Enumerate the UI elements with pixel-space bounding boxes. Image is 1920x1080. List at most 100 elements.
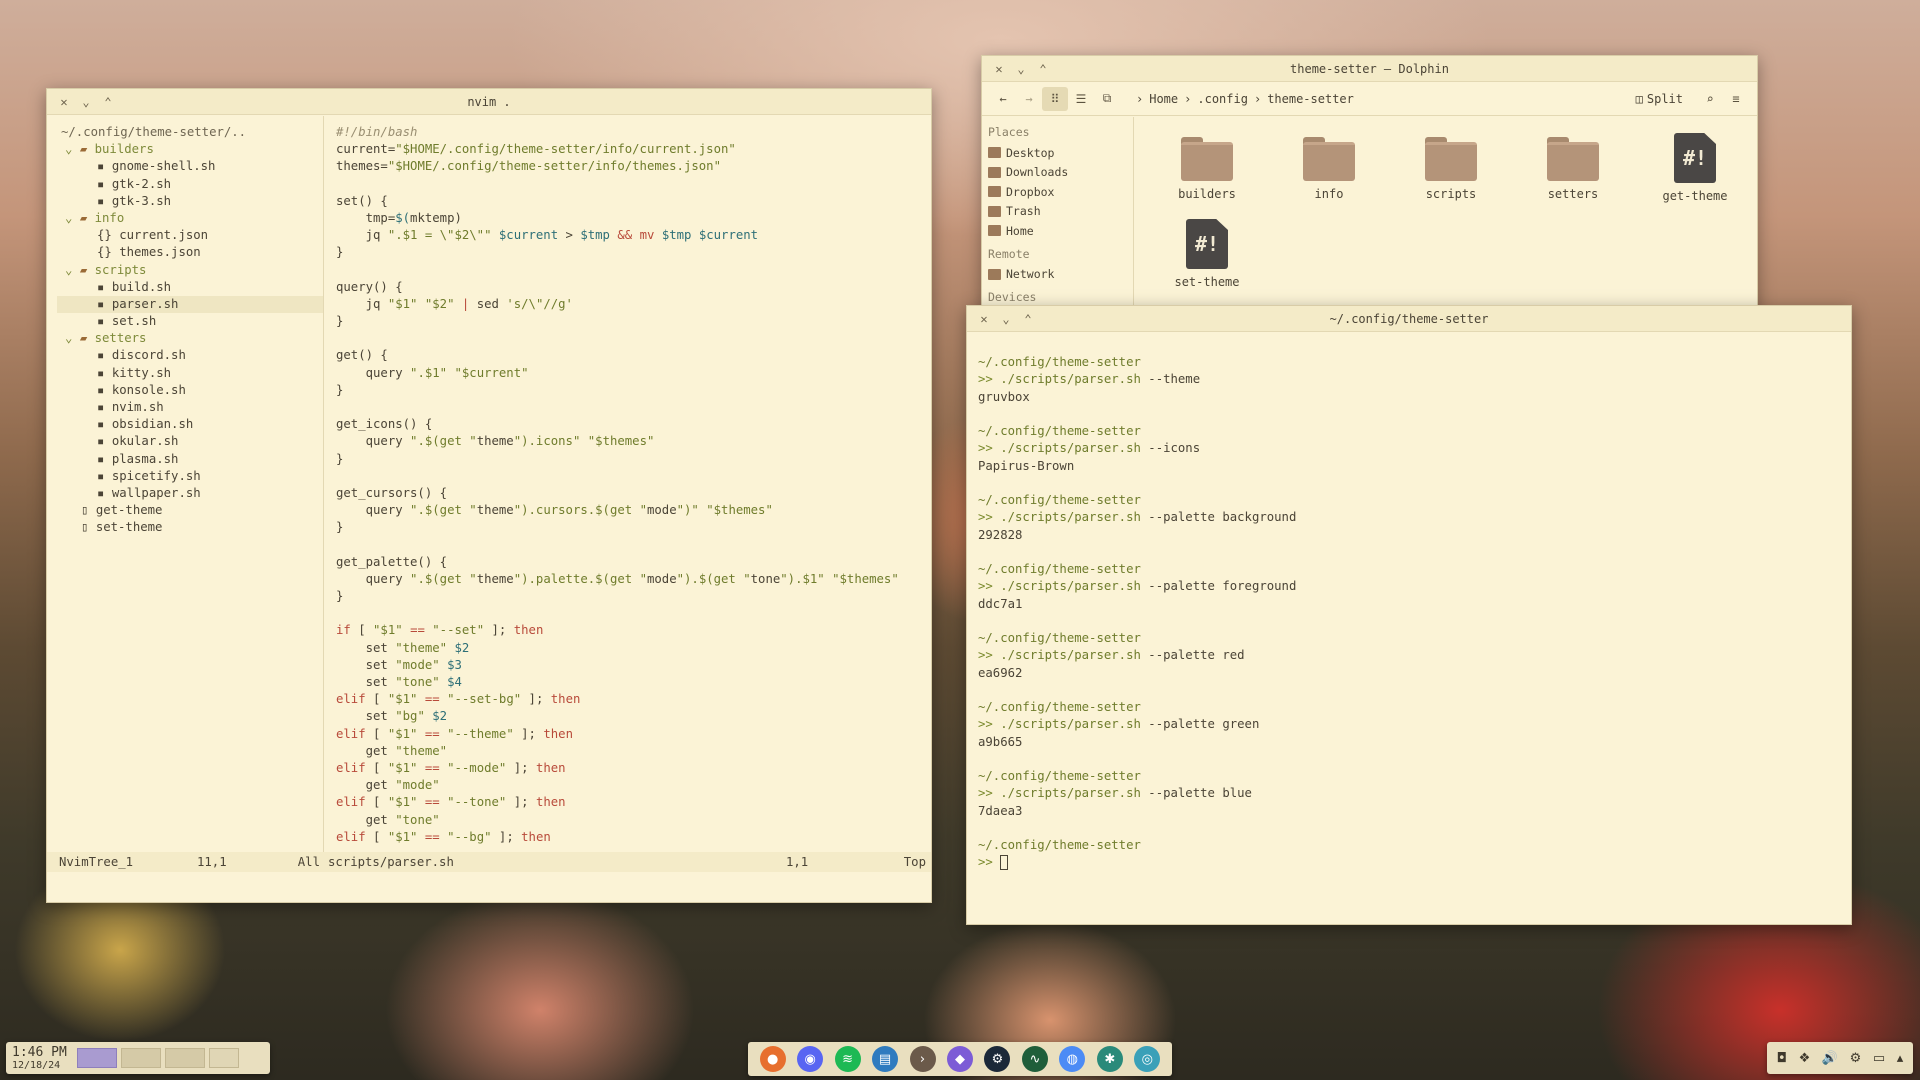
- places-item-desktop[interactable]: Desktop: [986, 143, 1129, 163]
- discord-icon[interactable]: ◉: [797, 1046, 824, 1072]
- file-item-get-theme[interactable]: #! get-theme: [1634, 131, 1756, 217]
- command-line: >> ./scripts/parser.sh --theme: [978, 371, 1851, 388]
- system-monitor-icon[interactable]: ∿: [1021, 1046, 1048, 1072]
- virtual-desktop-2[interactable]: [120, 1048, 161, 1068]
- file-item-info[interactable]: info: [1268, 131, 1390, 217]
- breadcrumb-theme-setter[interactable]: theme-setter: [1267, 92, 1354, 106]
- settings-tray-icon[interactable]: ⚙: [1850, 1051, 1862, 1066]
- shell-script-icon: ▪: [97, 400, 112, 414]
- forward-arrow-icon[interactable]: →: [1016, 87, 1042, 111]
- terminal-titlebar[interactable]: ✕ ⌄ ⌃ ~/.config/theme-setter: [967, 306, 1851, 332]
- maximize-icon[interactable]: ⌃: [1017, 308, 1039, 330]
- code-editor[interactable]: #!/bin/bash current="$HOME/.config/theme-…: [328, 116, 931, 852]
- firefox-icon[interactable]: ●: [759, 1046, 786, 1072]
- file-item-scripts[interactable]: scripts: [1390, 131, 1512, 217]
- display-icon[interactable]: ▭: [1873, 1051, 1885, 1066]
- tree-file-label: discord.sh: [111, 348, 186, 363]
- window-title: ~/.config/theme-setter: [1329, 311, 1489, 326]
- steam-icon[interactable]: ⚙: [984, 1046, 1011, 1072]
- tree-row[interactable]: ▪ wallpaper.sh: [57, 485, 323, 502]
- close-icon[interactable]: ✕: [973, 308, 995, 330]
- discord-tray-icon[interactable]: ◘: [1777, 1051, 1787, 1066]
- app-icon[interactable]: ◎: [1134, 1046, 1161, 1072]
- minimize-icon[interactable]: ⌄: [1010, 58, 1032, 80]
- hamburger-menu-icon[interactable]: ≡: [1723, 87, 1749, 111]
- chrome-icon[interactable]: ◍: [1059, 1046, 1086, 1072]
- settings-icon[interactable]: ✱: [1096, 1046, 1123, 1072]
- maximize-icon[interactable]: ⌃: [1032, 58, 1054, 80]
- icons-view-icon[interactable]: ⠿: [1042, 86, 1068, 111]
- tree-row[interactable]: ▪ okular.sh: [57, 433, 323, 450]
- file-tree[interactable]: ~/.config/theme-setter/.. ⌄ ▰ builders ▪ g…: [47, 116, 323, 852]
- places-item-home[interactable]: Home: [986, 221, 1129, 241]
- expand-arrow-icon[interactable]: ▴: [1897, 1051, 1904, 1066]
- details-view-icon[interactable]: ☰: [1068, 87, 1094, 111]
- tree-row[interactable]: {} themes.json: [57, 244, 323, 261]
- tree-row[interactable]: ▪ set.sh: [57, 313, 323, 330]
- tree-row[interactable]: ▪ gtk-3.sh: [57, 193, 323, 210]
- tree-row[interactable]: ▪ plasma.sh: [57, 451, 323, 468]
- terminal-window[interactable]: ✕ ⌄ ⌃ ~/.config/theme-setter ~/.config/t…: [966, 305, 1852, 925]
- breadcrumb-home[interactable]: Home: [1149, 92, 1178, 106]
- maximize-icon[interactable]: ⌃: [97, 91, 119, 113]
- code-line: jq "$1" "$2" | sed 's/\"//g': [336, 296, 573, 311]
- minimize-icon[interactable]: ⌄: [75, 91, 97, 113]
- tree-row[interactable]: ⌄ ▰ builders: [57, 141, 323, 158]
- file-item-builders[interactable]: builders: [1146, 131, 1268, 217]
- nvim-titlebar[interactable]: ✕ ⌄ ⌃ nvim .: [47, 89, 931, 115]
- tree-row[interactable]: ▪ build.sh: [57, 279, 323, 296]
- command-output: a9b665: [978, 734, 1023, 749]
- tree-row[interactable]: ▪ spicetify.sh: [57, 468, 323, 485]
- places-item-downloads[interactable]: Downloads: [986, 163, 1129, 183]
- tree-row[interactable]: ▪ kitty.sh: [57, 365, 323, 382]
- terminal-output[interactable]: ~/.config/theme-setter >> ./scripts/parse…: [967, 332, 1851, 872]
- breadcrumb-config[interactable]: .config: [1197, 92, 1248, 106]
- places-item-network[interactable]: Network: [986, 265, 1129, 285]
- tree-row[interactable]: ⌄ ▰ info: [57, 210, 323, 227]
- tree-row[interactable]: ▪ konsole.sh: [57, 382, 323, 399]
- tree-row[interactable]: ~/.config/theme-setter/..: [57, 124, 323, 141]
- minimize-icon[interactable]: ⌄: [995, 308, 1017, 330]
- tree-row[interactable]: ▪ gtk-2.sh: [57, 176, 323, 193]
- tree-row[interactable]: ▪ obsidian.sh: [57, 416, 323, 433]
- file-manager-icon[interactable]: ▤: [872, 1046, 899, 1072]
- command-output: 292828: [978, 527, 1023, 542]
- back-arrow-icon[interactable]: ←: [990, 87, 1016, 111]
- search-icon[interactable]: ⌕: [1697, 87, 1723, 111]
- file-item-set-theme[interactable]: #! set-theme: [1146, 217, 1268, 303]
- virtual-desktop-4[interactable]: [208, 1048, 239, 1068]
- clock-widget[interactable]: 1:46 PM 12/18/24: [6, 1042, 270, 1074]
- virtual-desktop-1[interactable]: [76, 1048, 117, 1068]
- tree-row[interactable]: ⌄ ▰ setters: [57, 330, 323, 347]
- places-item-label: Dropbox: [1006, 184, 1055, 199]
- active-prompt[interactable]: >>: [978, 854, 1851, 871]
- dropbox-tray-icon[interactable]: ❖: [1799, 1051, 1811, 1066]
- places-item-dropbox[interactable]: Dropbox: [986, 182, 1129, 202]
- terminal-icon[interactable]: ›: [909, 1046, 936, 1072]
- tree-row[interactable]: ▪ discord.sh: [57, 347, 323, 364]
- shell-script-icon: ▪: [97, 417, 112, 432]
- tree-row[interactable]: ▯ set-theme: [57, 519, 323, 536]
- tree-row[interactable]: {} current.json: [57, 227, 323, 244]
- tree-row[interactable]: ▪ parser.sh: [57, 295, 323, 314]
- task-manager-dock: ● ◉ ≋ ▤ › ◆ ⚙ ∿ ◍ ✱ ◎: [748, 1042, 1172, 1076]
- virtual-desktop-3[interactable]: [164, 1048, 205, 1068]
- obsidian-icon[interactable]: ◆: [946, 1046, 973, 1072]
- tree-row[interactable]: ▪ gnome-shell.sh: [57, 158, 323, 175]
- file-item-setters[interactable]: setters: [1512, 131, 1634, 217]
- tree-row[interactable]: ⌄ ▰ scripts: [57, 262, 323, 279]
- close-icon[interactable]: ✕: [53, 91, 75, 113]
- split-button[interactable]: ◫ Split: [1636, 92, 1683, 106]
- tree-file-label: current.json: [119, 228, 209, 243]
- tree-row[interactable]: ▯ get-theme: [57, 502, 323, 519]
- tree-row[interactable]: ▪ nvim.sh: [57, 399, 323, 416]
- volume-icon[interactable]: 🔊: [1822, 1051, 1838, 1066]
- close-icon[interactable]: ✕: [988, 58, 1010, 80]
- prompt-symbol: >>: [978, 717, 1001, 732]
- spotify-icon[interactable]: ≋: [834, 1046, 861, 1072]
- tree-view-icon[interactable]: ⧉: [1094, 87, 1120, 111]
- dolphin-titlebar[interactable]: ✕ ⌄ ⌃ theme-setter — Dolphin: [982, 56, 1757, 82]
- shell-script-icon: ▪: [97, 279, 112, 294]
- places-item-trash[interactable]: Trash: [986, 202, 1129, 222]
